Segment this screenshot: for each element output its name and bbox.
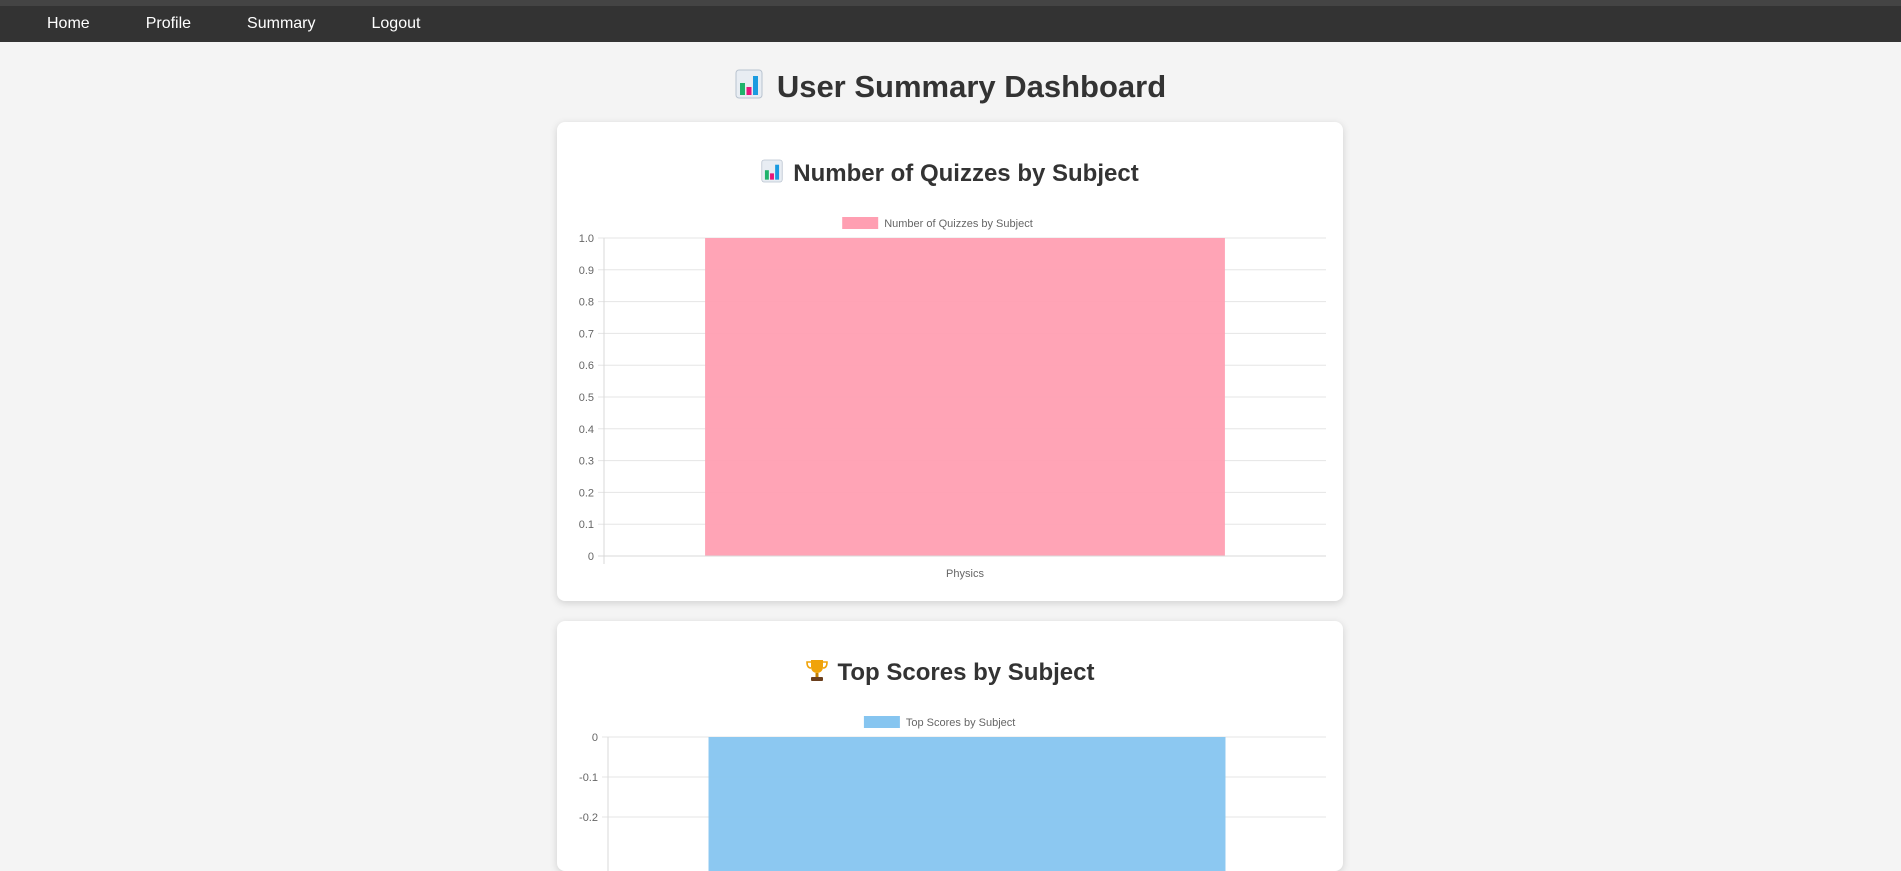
y-tick-label: 0.8 [579,297,594,309]
nav-summary-link[interactable]: Summary [247,16,315,32]
y-tick-label: -0.1 [579,772,598,784]
y-tick-label: 0.7 [579,328,594,340]
top-scores-chart-card: Top Scores by Subject Top Scores by Subj… [557,621,1343,871]
y-tick-label: 0.4 [579,424,594,436]
y-tick-label: 0.2 [579,487,594,499]
y-tick-label: 0.5 [579,392,594,404]
nav-profile-link[interactable]: Profile [146,16,191,32]
legend-swatch [863,716,900,728]
nav-logout-link[interactable]: Logout [372,16,421,32]
bar [708,737,1226,871]
x-tick-label: Physics [946,568,984,580]
y-tick-label: -0.2 [579,812,598,824]
page-title: User Summary Dashboard [0,68,1901,106]
quizzes-bar-chart: Number of Quizzes by Subject 1.0 0.9 0.8 0.7… [579,217,1326,580]
y-tick-label: 0.6 [579,360,594,372]
legend-label: Number of Quizzes by Subject [884,218,1033,230]
page-title-text: User Summary Dashboard [776,69,1167,104]
legend-swatch [842,217,879,229]
y-tick-label: 0 [592,732,598,744]
quizzes-chart-card: Number of Quizzes by Subject Number of Q… [557,122,1343,601]
y-tick-label: 0.1 [579,519,594,531]
y-tick-label: 0 [588,551,594,563]
nav-home-link[interactable]: Home [47,16,90,32]
y-tick-label: 0.3 [579,456,594,468]
top-scores-bar-chart: Top Scores by Subject 0 -0.1 -0.2 [579,716,1326,871]
y-tick-label: 1.0 [579,233,594,245]
bar-chart-icon [735,69,763,108]
y-tick-label: 0.9 [579,265,594,277]
legend-label: Top Scores by Subject [906,717,1015,729]
bar [705,238,1225,556]
top-navbar: Home Profile Summary Logout [0,0,1901,42]
